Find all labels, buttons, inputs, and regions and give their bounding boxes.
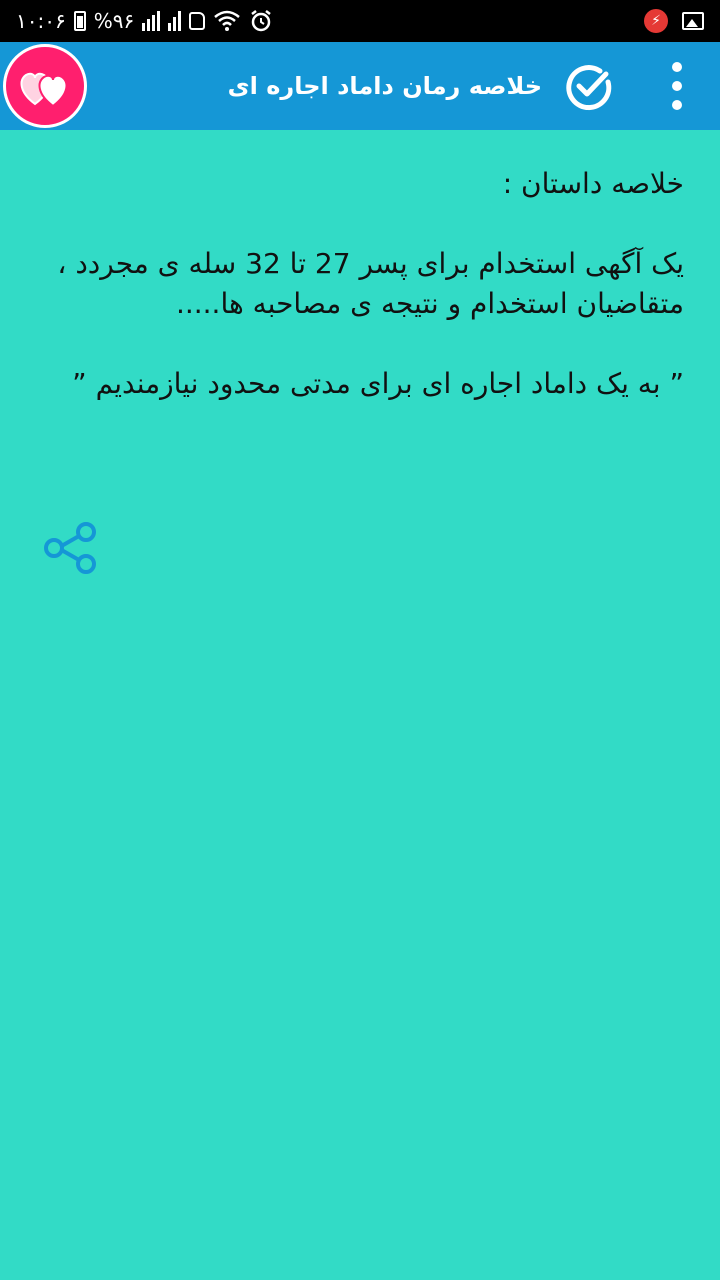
status-bar: ۱۰:۰۶ %۹۶ ⚡	[0, 0, 720, 42]
hearts-button[interactable]	[3, 44, 87, 128]
app-title: خلاصه رمان داماد اجاره ای	[227, 72, 542, 100]
app-bar: خلاصه رمان داماد اجاره ای	[0, 42, 720, 130]
alarm-icon	[251, 10, 271, 32]
summary-paragraph: یک آگهی استخدام برای پسر 27 تا 32 سله ی …	[57, 247, 684, 320]
check-circle-icon[interactable]	[564, 62, 614, 112]
sim-icon	[189, 12, 206, 30]
summary-quote: ” به یک داماد اجاره ای برای مدتی محدود ن…	[72, 367, 684, 400]
status-right: ⚡	[644, 9, 704, 33]
wifi-icon	[214, 10, 241, 31]
battery-icon	[73, 11, 86, 31]
battery-percent: %۹۶	[93, 9, 135, 33]
signal-icon-2	[168, 11, 182, 31]
battery-saver-icon: ⚡	[644, 9, 668, 33]
summary-content: خلاصه داستان : یک آگهی استخدام برای پسر …	[30, 160, 684, 444]
summary-heading: خلاصه داستان :	[502, 167, 684, 200]
signal-icon	[142, 11, 161, 31]
image-notification-icon	[682, 12, 704, 30]
hearts-icon	[20, 72, 68, 108]
share-icon[interactable]	[42, 520, 102, 580]
status-time: ۱۰:۰۶	[16, 9, 66, 33]
more-vert-icon[interactable]	[660, 58, 694, 114]
status-left: ۱۰:۰۶ %۹۶	[16, 9, 273, 33]
